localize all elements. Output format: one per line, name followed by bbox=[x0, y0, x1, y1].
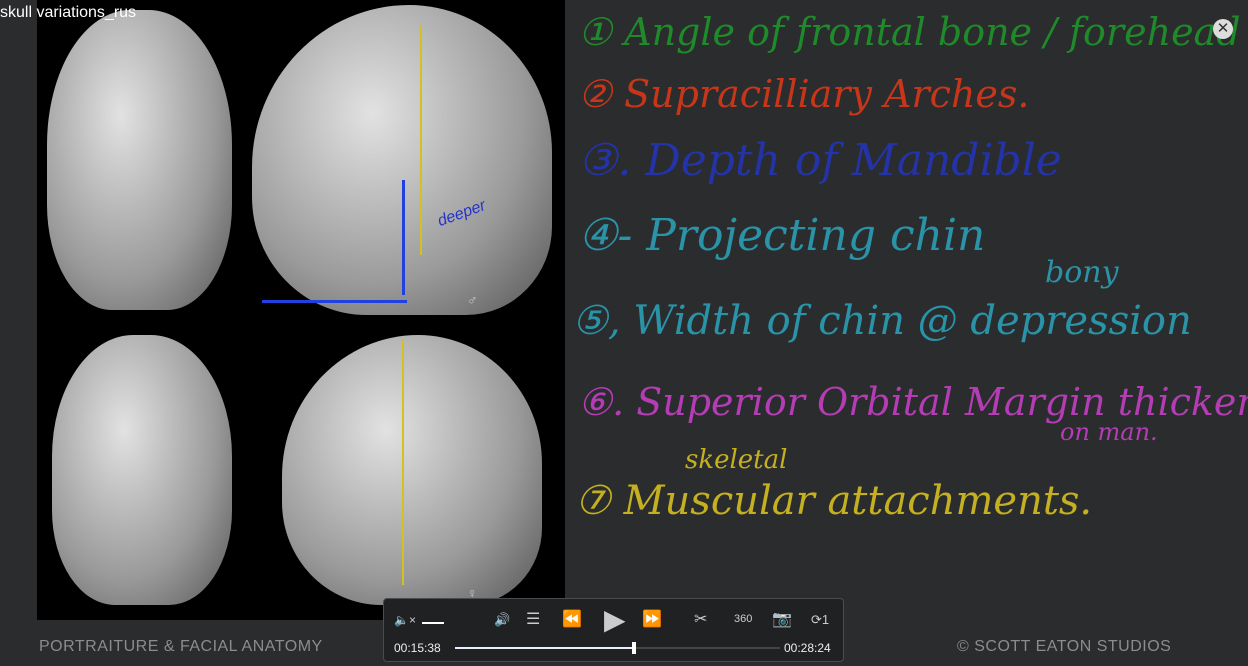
note-7: ⑦ Muscular attachments. bbox=[575, 478, 1093, 524]
note-6b: on man. bbox=[1060, 418, 1158, 446]
play-icon[interactable]: ▶ bbox=[604, 603, 626, 636]
slide-image: ♂ ♀ deeper bbox=[37, 0, 565, 620]
total-time: 00:28:24 bbox=[784, 641, 831, 655]
skull-side-female bbox=[282, 335, 542, 605]
close-icon[interactable]: ✕ bbox=[1213, 19, 1233, 39]
volume-slider[interactable] bbox=[422, 622, 444, 624]
note-2: ② Supracilliary Arches. bbox=[578, 72, 1030, 116]
skull-front-male bbox=[47, 10, 232, 310]
vertical-guide bbox=[420, 25, 422, 255]
vr-360-icon[interactable]: 360 bbox=[734, 613, 752, 625]
loop-icon[interactable]: ⟳1 bbox=[811, 612, 829, 628]
rewind-icon[interactable]: ⏪ bbox=[562, 609, 582, 629]
footer-left: PORTRAITURE & FACIAL ANATOMY bbox=[39, 638, 323, 655]
note-1: ① Angle of frontal bone / forehead bbox=[578, 10, 1241, 54]
screenshot-icon[interactable]: 📷 bbox=[772, 609, 792, 629]
playlist-icon[interactable]: ☰ bbox=[526, 609, 540, 629]
male-symbol: ♂ bbox=[467, 292, 478, 308]
forward-icon[interactable]: ⏩ bbox=[642, 609, 662, 629]
note-7-skeletal: skeletal bbox=[685, 445, 788, 475]
seek-bar[interactable] bbox=[455, 642, 780, 654]
footer-right: © SCOTT EATON STUDIOS bbox=[957, 638, 1172, 655]
mandible-line bbox=[402, 180, 405, 295]
cut-icon[interactable]: ✂ bbox=[694, 609, 707, 629]
mandible-base-line bbox=[262, 300, 407, 303]
skull-front-female bbox=[52, 335, 232, 605]
seek-handle[interactable] bbox=[631, 642, 636, 654]
window-title: skull variations_rus bbox=[0, 4, 137, 21]
note-4: ④- Projecting chin bbox=[578, 210, 986, 261]
mute-icon[interactable]: 🔈× bbox=[394, 613, 416, 627]
volume-icon[interactable]: 🔊 bbox=[494, 612, 510, 628]
note-5: ⑤, Width of chin @ depression bbox=[572, 298, 1192, 344]
current-time: 00:15:38 bbox=[394, 641, 441, 655]
note-3: ③. Depth of Mandible bbox=[578, 135, 1062, 186]
annotation-bony: bony bbox=[1045, 255, 1119, 290]
vertical-guide-2 bbox=[402, 340, 404, 585]
player-controls: 🔈× 🔊 ☰ ⏪ ▶ ⏩ ✂ 360 📷 ⟳1 00:15:38 00:28:2… bbox=[383, 598, 844, 662]
